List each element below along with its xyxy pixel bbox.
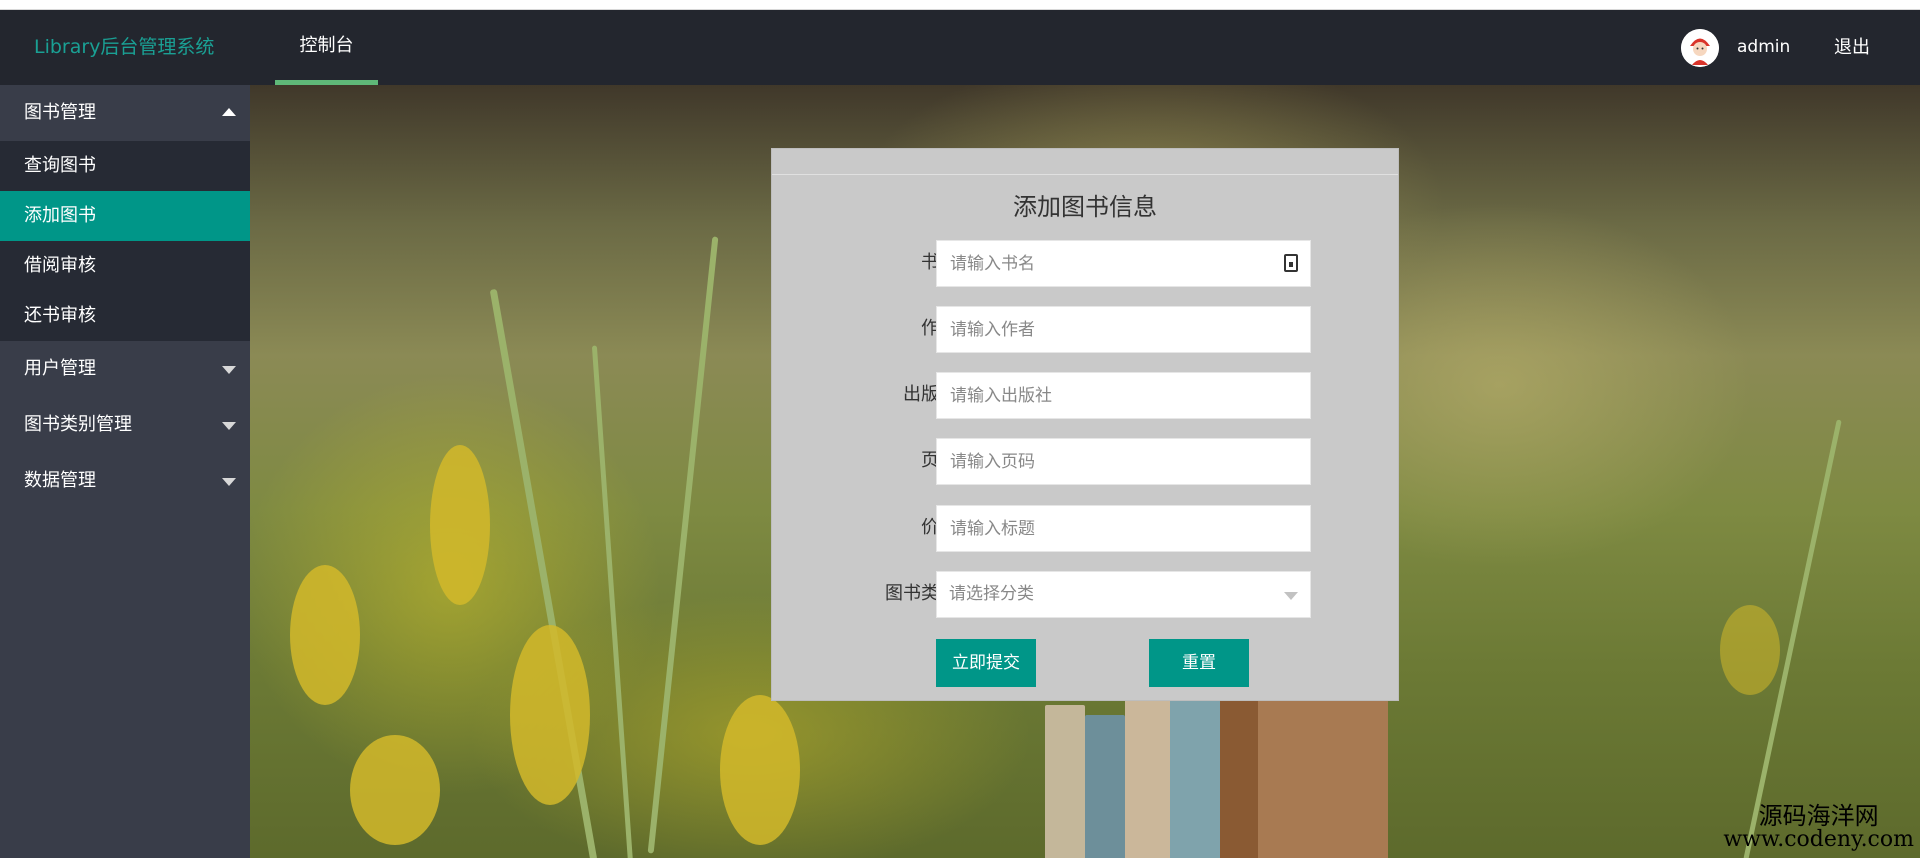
- sidebar-group-book-management[interactable]: 图书管理: [0, 85, 250, 141]
- caret-up-icon: [222, 108, 236, 116]
- sidebar-group-user-management[interactable]: 用户管理: [0, 341, 250, 397]
- sidebar-item-add-book[interactable]: 添加图书: [0, 191, 250, 241]
- yellow-flower: [720, 695, 800, 845]
- sidebar-item-query-books[interactable]: 查询图书: [0, 141, 250, 191]
- username[interactable]: admin: [1737, 10, 1790, 85]
- sidebar-group-label: 图书管理: [24, 102, 96, 123]
- avatar[interactable]: [1681, 29, 1719, 67]
- yellow-flower: [290, 565, 360, 705]
- sidebar-group-data-management[interactable]: 数据管理: [0, 453, 250, 509]
- sidebar-group-label: 图书类别管理: [24, 414, 132, 435]
- page-count-input[interactable]: [936, 438, 1311, 485]
- sidebar-item-return-review[interactable]: 还书审核: [0, 291, 250, 341]
- price-input[interactable]: [936, 505, 1311, 552]
- sidebar-group-category-management[interactable]: 图书类别管理: [0, 397, 250, 453]
- panel-header-strip: [772, 149, 1398, 175]
- watermark-line1: 源码海洋网: [1758, 802, 1879, 830]
- chevron-down-icon: [1284, 592, 1298, 600]
- book-spine: [1085, 715, 1125, 858]
- book-spine: [1125, 685, 1170, 858]
- submit-button[interactable]: 立即提交: [936, 639, 1036, 687]
- caret-down-icon: [222, 422, 236, 430]
- form-title: 添加图书信息: [1013, 193, 1157, 221]
- author-input[interactable]: [936, 306, 1311, 353]
- sidebar-group-label: 数据管理: [24, 470, 96, 491]
- publisher-input[interactable]: [936, 372, 1311, 419]
- caret-down-icon: [222, 478, 236, 486]
- logout-link[interactable]: 退出: [1834, 10, 1870, 85]
- grass-stem: [647, 236, 719, 854]
- yellow-flower: [350, 735, 440, 845]
- sidebar: 图书管理 查询图书 添加图书 借阅审核 还书审核 用户管理 图书类别管理 数据管…: [0, 85, 250, 858]
- contact-card-icon[interactable]: [1284, 254, 1298, 272]
- yellow-flower: [430, 445, 490, 605]
- app-logo[interactable]: Library后台管理系统: [34, 10, 214, 85]
- top-header: Library后台管理系统 控制台 admin 退出: [0, 10, 1920, 85]
- yellow-flower: [510, 625, 590, 805]
- watermark-line2: www.codeny.com: [1723, 827, 1914, 852]
- reset-button[interactable]: 重置: [1149, 639, 1249, 687]
- yellow-flower: [1720, 605, 1780, 695]
- sidebar-item-borrow-review[interactable]: 借阅审核: [0, 241, 250, 291]
- caret-down-icon: [222, 366, 236, 374]
- book-name-input[interactable]: [936, 240, 1311, 287]
- browser-top-strip: [0, 0, 1920, 10]
- watermark: 源码海洋网 www.codeny.com: [1723, 804, 1914, 852]
- sidebar-group-label: 用户管理: [24, 358, 96, 379]
- sidebar-submenu: 查询图书 添加图书 借阅审核 还书审核: [0, 141, 250, 341]
- tab-console-label: 控制台: [299, 35, 354, 56]
- add-book-form: 添加图书信息 书名 作者 出版社 页码 价格 图书类别 请选择分类 立即提交 重…: [771, 148, 1399, 701]
- grass-stem: [591, 345, 634, 858]
- avatar-icon: [1681, 29, 1719, 67]
- book-spine: [1045, 705, 1085, 858]
- tab-console[interactable]: 控制台: [275, 10, 378, 85]
- category-select-placeholder: 请选择分类: [949, 584, 1034, 604]
